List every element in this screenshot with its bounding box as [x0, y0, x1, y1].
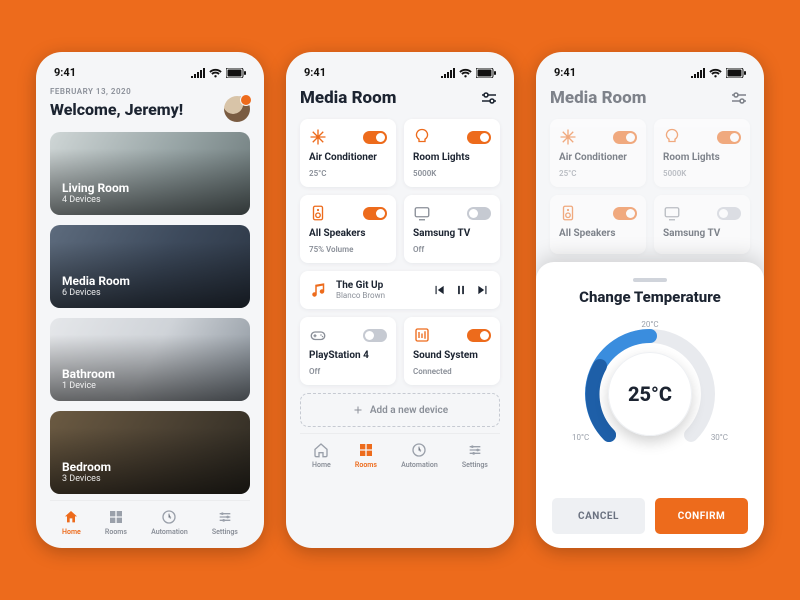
- room-card[interactable]: Bathroom 1 Device: [50, 318, 250, 401]
- tab-home[interactable]: Home: [312, 442, 331, 469]
- sliders-icon: [731, 91, 747, 105]
- grid-icon: [108, 509, 124, 525]
- room-title: Media Room: [550, 88, 646, 108]
- tab-rooms[interactable]: Rooms: [105, 509, 127, 536]
- device-toggle[interactable]: [363, 207, 387, 220]
- snowflake-icon: [309, 128, 327, 146]
- status-time: 9:41: [304, 66, 326, 79]
- sheet-handle[interactable]: [633, 278, 667, 282]
- room-card[interactable]: Media Room 6 Devices: [50, 225, 250, 308]
- avatar[interactable]: [224, 96, 250, 122]
- battery-icon: [226, 68, 246, 78]
- home-icon: [63, 509, 79, 525]
- device-card[interactable]: Samsung TVOff: [404, 195, 500, 263]
- device-card[interactable]: PlayStation 4Off: [300, 317, 396, 385]
- status-bar: 9:41: [550, 66, 750, 87]
- filter-button: [728, 87, 750, 109]
- battery-icon: [476, 68, 496, 78]
- tab-settings[interactable]: Settings: [462, 442, 488, 469]
- clock-icon: [161, 509, 177, 525]
- tab-automation[interactable]: Automation: [151, 509, 188, 536]
- status-time: 9:41: [554, 66, 576, 79]
- tabbar: Home Rooms Automation Settings: [50, 500, 250, 536]
- rooms-list: Living Room 4 Devices Media Room 6 Devic…: [50, 132, 250, 494]
- device-toggle[interactable]: [467, 207, 491, 220]
- tab-rooms[interactable]: Rooms: [355, 442, 377, 469]
- tab-automation[interactable]: Automation: [401, 442, 438, 469]
- tab-home[interactable]: Home: [62, 509, 81, 536]
- sheet-title: Change Temperature: [579, 288, 721, 306]
- grid-icon: [358, 442, 374, 458]
- gamepad-icon: [309, 326, 327, 344]
- status-icons: [191, 68, 246, 78]
- signal-icon: [441, 68, 455, 78]
- sliders-icon: [481, 91, 497, 105]
- temperature-sheet: Change Temperature 20°C 10°C 30°C 25°C C…: [536, 262, 764, 548]
- cancel-button[interactable]: CANCEL: [552, 498, 645, 534]
- device-toggle[interactable]: [363, 329, 387, 342]
- wifi-icon: [459, 68, 472, 78]
- add-device-button[interactable]: Add a new device: [300, 393, 500, 427]
- temperature-value: 25°C: [628, 382, 672, 406]
- room-card[interactable]: Bedroom 3 Devices: [50, 411, 250, 494]
- welcome-text: Welcome, Jeremy!: [50, 100, 183, 119]
- device-card[interactable]: Air Conditioner25°C: [300, 119, 396, 187]
- speaker-icon: [309, 204, 327, 222]
- tick-mid: 20°C: [641, 320, 658, 329]
- device-toggle[interactable]: [363, 131, 387, 144]
- device-card[interactable]: Sound SystemConnected: [404, 317, 500, 385]
- screen-temperature: 9:41 Media Room Air Conditioner25°C Room…: [536, 52, 764, 548]
- tv-icon: [413, 204, 431, 222]
- music-icon: [310, 281, 328, 299]
- device-card[interactable]: All Speakers75% Volume: [300, 195, 396, 263]
- status-time: 9:41: [54, 66, 76, 79]
- plus-icon: [352, 404, 364, 416]
- device-card[interactable]: Room Lights5000K: [404, 119, 500, 187]
- confirm-button[interactable]: CONFIRM: [655, 498, 748, 534]
- pause-icon[interactable]: [454, 283, 468, 297]
- status-bar: 9:41: [50, 66, 250, 87]
- signal-icon: [691, 68, 705, 78]
- tick-max: 30°C: [711, 433, 728, 442]
- tab-settings[interactable]: Settings: [212, 509, 238, 536]
- sliders-icon: [217, 509, 233, 525]
- tick-min: 10°C: [572, 433, 589, 442]
- screen-home: 9:41 FEBRUARY 13, 2020 Welcome, Jeremy! …: [36, 52, 264, 548]
- battery-icon: [726, 68, 746, 78]
- tabbar: Home Rooms Automation Settings: [300, 433, 500, 469]
- equalizer-icon: [413, 326, 431, 344]
- status-bar: 9:41: [300, 66, 500, 87]
- device-toggle[interactable]: [467, 329, 491, 342]
- room-card[interactable]: Living Room 4 Devices: [50, 132, 250, 215]
- room-title: Media Room: [300, 88, 396, 108]
- filter-button[interactable]: [478, 87, 500, 109]
- wifi-icon: [709, 68, 722, 78]
- temperature-dial[interactable]: 20°C 10°C 30°C 25°C: [570, 314, 730, 474]
- now-playing: The Git UpBlanco Brown: [300, 271, 500, 309]
- bulb-icon: [413, 128, 431, 146]
- sliders-icon: [467, 442, 483, 458]
- device-grid: Air Conditioner25°C Room Lights5000K All…: [300, 119, 500, 427]
- home-date: FEBRUARY 13, 2020: [50, 87, 250, 96]
- dial-center: 25°C: [608, 352, 692, 436]
- home-icon: [313, 442, 329, 458]
- clock-icon: [411, 442, 427, 458]
- screen-room: 9:41 Media Room Air Conditioner25°C Room…: [286, 52, 514, 548]
- signal-icon: [191, 68, 205, 78]
- prev-icon[interactable]: [432, 283, 446, 297]
- device-toggle[interactable]: [467, 131, 491, 144]
- next-icon[interactable]: [476, 283, 490, 297]
- wifi-icon: [209, 68, 222, 78]
